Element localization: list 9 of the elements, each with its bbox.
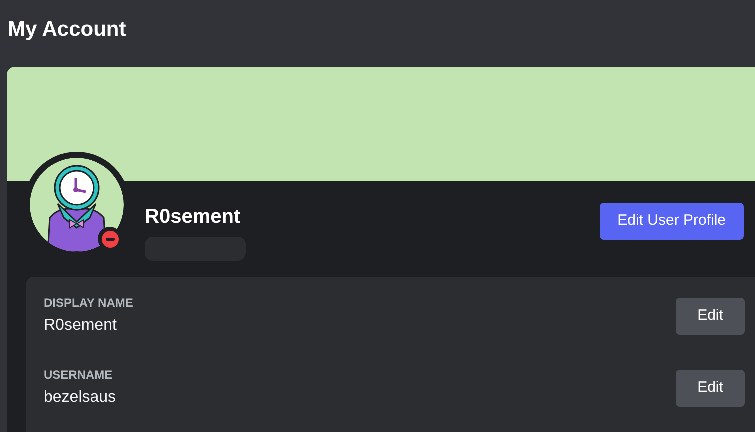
profile-name: R0sement <box>145 205 242 230</box>
field-value: bezelsaus <box>44 388 116 408</box>
page-title: My Account <box>7 17 128 43</box>
edit-button[interactable]: Edit <box>676 298 745 334</box>
field-label: DISPLAY NAME <box>44 295 134 311</box>
field-label: USERNAME <box>44 367 114 383</box>
field-value: R0sement <box>44 316 118 336</box>
edit-button[interactable]: Edit <box>676 370 745 406</box>
edit-profile-button[interactable]: Edit User Profile <box>600 203 744 240</box>
